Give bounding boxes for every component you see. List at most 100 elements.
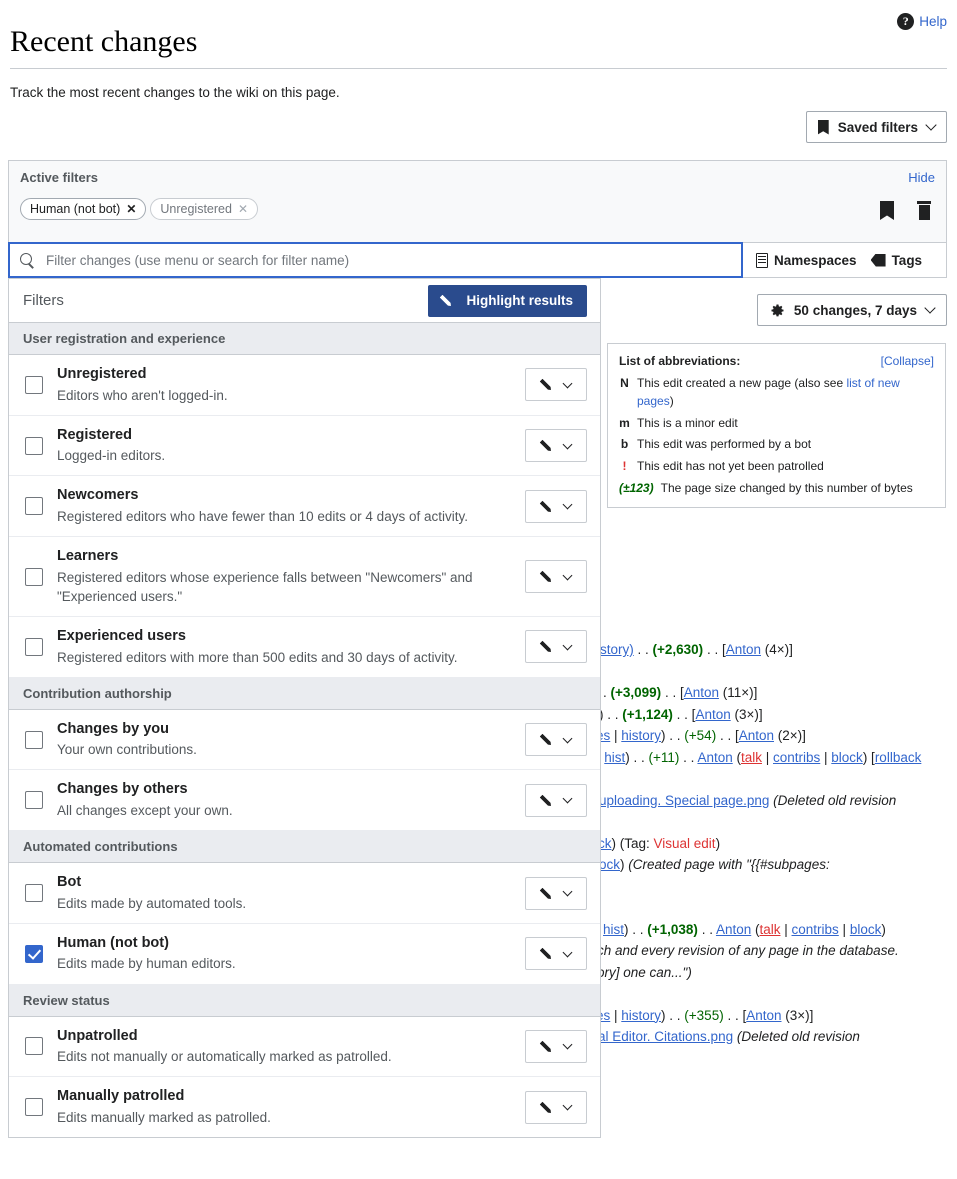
hide-filters-link[interactable]: Hide	[908, 170, 935, 185]
active-filters-area: Active filters Hide Human (not bot) ✕ Un…	[8, 160, 947, 242]
chevron-down-icon	[562, 1100, 572, 1111]
pencil-icon	[542, 499, 557, 514]
filter-highlight-button[interactable]	[525, 876, 587, 910]
filters-panel-header: Filters Highlight results	[9, 279, 600, 323]
pencil-icon	[442, 293, 457, 308]
filter-item-changes-by-you[interactable]: Changes by you Your own contributions.	[9, 710, 600, 771]
filter-item-description: Edits made by human editors.	[57, 956, 236, 972]
pencil-icon	[542, 793, 557, 808]
trash-icon[interactable]	[916, 201, 932, 220]
chevron-down-icon	[562, 947, 572, 958]
filter-item-text: Unregistered Editors who aren't logged-in…	[57, 365, 525, 405]
filter-item-label: Registered	[57, 426, 132, 443]
close-icon[interactable]: ✕	[126, 202, 136, 216]
bookmark-icon[interactable]	[880, 201, 894, 220]
filter-item-description: Edits made by automated tools.	[57, 895, 247, 911]
filter-tag-label: Unregistered	[160, 202, 232, 216]
filter-item-learners[interactable]: Learners Registered editors whose experie…	[9, 537, 600, 618]
filter-item-text: Learners Registered editors whose experie…	[57, 547, 525, 606]
saved-filters-button[interactable]: Saved filters	[805, 111, 947, 143]
filter-highlight-button[interactable]	[525, 1090, 587, 1124]
filters-dropdown-panel: Filters Highlight results User registrat…	[8, 278, 601, 1139]
filter-groups: User registration and experience Unregist…	[9, 323, 600, 1137]
filter-highlight-button[interactable]	[525, 1029, 587, 1063]
filter-checkbox[interactable]	[25, 436, 43, 455]
pencil-icon	[542, 886, 557, 901]
filter-item-unregistered[interactable]: Unregistered Editors who aren't logged-in…	[9, 355, 600, 416]
tags-button[interactable]: Tags	[870, 252, 923, 268]
filter-group-header: Contribution authorship	[9, 677, 600, 710]
filter-checkbox[interactable]	[25, 791, 43, 810]
filter-item-registered[interactable]: Registered Logged-in editors.	[9, 416, 600, 477]
filter-item-label: Unregistered	[57, 366, 147, 382]
search-input[interactable]	[44, 251, 741, 269]
close-icon[interactable]: ✕	[238, 202, 248, 216]
filter-checkbox[interactable]	[25, 1098, 43, 1117]
filter-item-text: Changes by others All changes except your…	[57, 780, 525, 820]
title-divider	[10, 68, 947, 69]
filter-highlight-button[interactable]	[525, 489, 587, 523]
tags-label: Tags	[891, 252, 923, 268]
filter-item-text: Newcomers Registered editors who have few…	[57, 486, 525, 526]
filter-item-newcomers[interactable]: Newcomers Registered editors who have few…	[9, 476, 600, 538]
filter-checkbox[interactable]	[25, 567, 43, 586]
changes-limit-button[interactable]: 50 changes, 7 days	[756, 294, 947, 326]
highlight-results-button[interactable]: Highlight results	[428, 284, 587, 317]
filter-highlight-button[interactable]	[525, 429, 587, 463]
filter-item-label: Changes by you	[57, 720, 169, 737]
filter-item-unpatrolled[interactable]: Unpatrolled Edits not manually or automat…	[9, 1017, 600, 1078]
filter-checkbox[interactable]	[25, 730, 43, 749]
filter-highlight-button[interactable]	[525, 723, 587, 757]
filter-item-text: Unpatrolled Edits not manually or automat…	[57, 1027, 525, 1067]
filter-item-label: Learners	[57, 548, 119, 565]
filter-group-header: Review status	[9, 984, 600, 1017]
pencil-icon	[542, 569, 557, 584]
filter-highlight-button[interactable]	[525, 368, 587, 402]
filter-checkbox[interactable]	[25, 375, 43, 394]
filter-item-manually-patrolled[interactable]: Manually patrolled Edits manually marked …	[9, 1077, 600, 1137]
pencil-icon	[542, 946, 557, 961]
filter-item-changes-by-others[interactable]: Changes by others All changes except your…	[9, 770, 600, 832]
help-link[interactable]: ? Help	[897, 13, 947, 30]
filter-item-label: Newcomers	[57, 487, 139, 504]
filter-tag-human-not-bot[interactable]: Human (not bot) ✕	[20, 198, 147, 220]
filter-item-description: Edits manually marked as patrolled.	[57, 1110, 271, 1126]
chevron-down-icon	[562, 886, 572, 897]
namespaces-label: Namespaces	[774, 252, 857, 268]
search-icon	[20, 253, 34, 267]
filter-highlight-button[interactable]	[525, 560, 587, 594]
filter-item-text: Bot Edits made by automated tools.	[57, 873, 525, 913]
filter-checkbox[interactable]	[25, 497, 43, 516]
filter-highlight-button[interactable]	[525, 783, 587, 817]
chevron-down-icon	[562, 1040, 572, 1050]
filter-item-experienced-users[interactable]: Experienced users Registered editors with…	[9, 617, 600, 678]
filter-checkbox[interactable]	[25, 1037, 43, 1056]
filters-panel-title: Filters	[23, 292, 64, 309]
filter-item-text: Changes by you Your own contributions.	[57, 720, 525, 760]
changes-limit-label: 50 changes, 7 days	[793, 302, 917, 318]
chevron-down-icon	[562, 733, 572, 744]
filter-item-description: Registered editors with more than 500 ed…	[57, 649, 458, 665]
chevron-down-icon	[562, 499, 572, 510]
filter-item-description: Your own contributions.	[57, 742, 197, 758]
filter-item-label: Bot	[57, 874, 82, 891]
filter-tag-unregistered[interactable]: Unregistered ✕	[150, 198, 259, 220]
namespaces-button[interactable]: Namespaces	[756, 252, 857, 268]
filter-highlight-button[interactable]	[525, 937, 587, 971]
active-filters-title: Active filters	[20, 170, 99, 185]
filter-item-human-not-bot[interactable]: Human (not bot) Edits made by human edito…	[9, 924, 600, 985]
filter-item-text: Experienced users Registered editors with…	[57, 627, 525, 667]
active-filters-actions	[880, 201, 932, 220]
chevron-down-icon	[562, 793, 572, 804]
chevron-down-icon	[925, 119, 937, 131]
gear-icon	[770, 303, 785, 318]
pencil-icon	[542, 732, 557, 747]
filter-highlight-button[interactable]	[525, 630, 587, 664]
filter-checkbox[interactable]	[25, 884, 43, 903]
filter-checkbox[interactable]	[25, 944, 43, 963]
highlight-results-label: Highlight results	[466, 293, 573, 308]
filter-checkbox[interactable]	[25, 637, 43, 656]
filter-search-box[interactable]	[8, 242, 743, 278]
filter-item-description: Editors who aren't logged-in.	[57, 387, 228, 403]
filter-item-bot[interactable]: Bot Edits made by automated tools.	[9, 863, 600, 924]
